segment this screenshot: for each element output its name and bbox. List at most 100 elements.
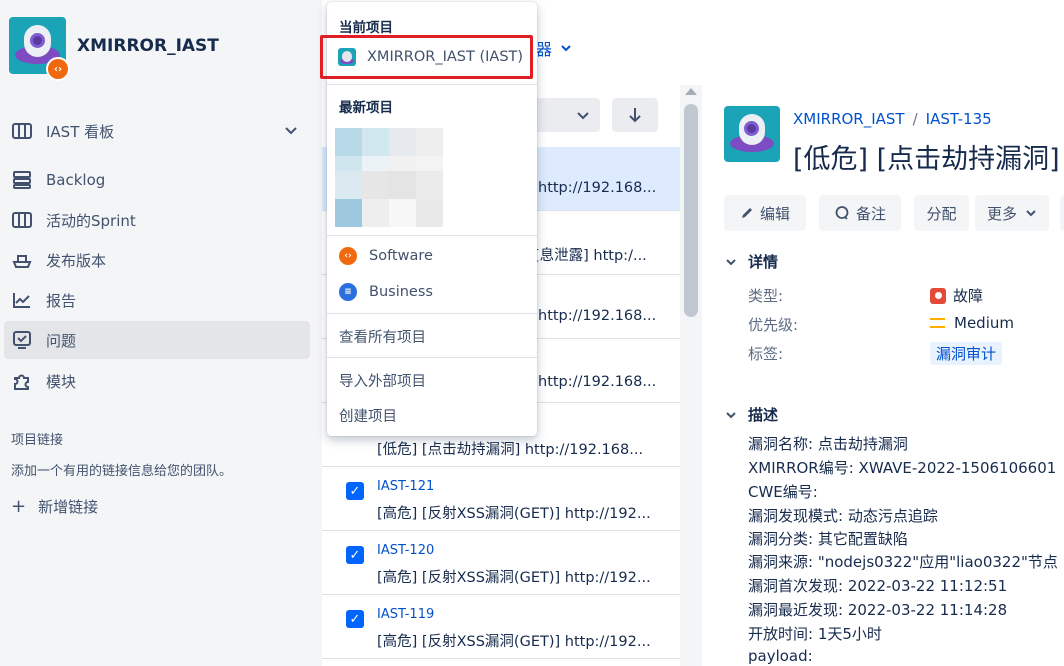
- scroll-up-arrow-icon[interactable]: [685, 88, 697, 95]
- software-project-badge-icon: ‹›: [46, 57, 70, 81]
- project-links-heading: 项目链接: [11, 433, 64, 448]
- project-name[interactable]: XMIRROR_IAST: [77, 36, 219, 56]
- chevron-down-icon: [726, 258, 736, 265]
- current-project-name: XMIRROR_IAST (IAST): [367, 49, 524, 65]
- edit-label: 编辑: [759, 204, 790, 223]
- sidebar: ‹› XMIRROR_IAST IAST 看板 Backlog 活动的Sprin…: [0, 0, 322, 666]
- description-section-toggle[interactable]: 描述: [726, 404, 778, 425]
- description-line: 开放时间: 1天5小时: [748, 625, 882, 643]
- issue-summary: http://192.168...: [538, 308, 657, 324]
- issue-summary: [高危] [反射XSS漏洞(GET)] http://192...: [377, 634, 651, 650]
- description-line: CWE编号:: [748, 483, 818, 501]
- import-project-link[interactable]: 导入外部项目: [339, 370, 426, 391]
- issue-summary: http://192.168...: [538, 180, 657, 196]
- issue-key[interactable]: IAST-121: [377, 479, 434, 494]
- view-all-projects-link[interactable]: 查看所有项目: [339, 326, 426, 347]
- scroll-thumb[interactable]: [684, 104, 698, 317]
- add-link-label: 新增链接: [38, 498, 99, 516]
- sidebar-item-active-sprint[interactable]: 活动的Sprint: [4, 201, 310, 239]
- issue-type-checkbox-icon: ✓: [346, 610, 364, 628]
- app-root: ‹› XMIRROR_IAST IAST 看板 Backlog 活动的Sprin…: [0, 0, 1064, 666]
- divider: [327, 313, 537, 314]
- chevron-down-icon: [1026, 210, 1036, 217]
- sidebar-item-issues[interactable]: 问题: [4, 321, 310, 359]
- chart-line-icon: [11, 289, 33, 311]
- chevron-down-icon: [726, 411, 736, 418]
- chevron-down-icon[interactable]: [284, 124, 298, 138]
- breadcrumb-project[interactable]: XMIRROR_IAST: [793, 110, 905, 128]
- chevron-down-icon: [561, 45, 571, 52]
- issue-key[interactable]: IAST-120: [377, 543, 434, 558]
- sidebar-item-label: 模块: [46, 372, 77, 391]
- current-project-heading: 当前项目: [339, 20, 393, 36]
- issue-summary: [息泄露] http:/...: [534, 248, 647, 264]
- more-button[interactable]: 更多: [975, 195, 1049, 231]
- description-line: 漏洞发现模式: 动态污点追踪: [748, 507, 938, 525]
- sidebar-item-components[interactable]: 模块: [4, 362, 310, 400]
- sidebar-item-label: 问题: [46, 331, 77, 350]
- priority-medium-icon: [930, 318, 945, 328]
- issue-key[interactable]: IAST-119: [377, 607, 434, 622]
- project-avatar-icon: [338, 48, 356, 66]
- more-label: 更多: [986, 204, 1017, 223]
- tags-value[interactable]: 漏洞审计: [930, 342, 1003, 365]
- type-value-text: 故障: [953, 287, 984, 305]
- more-actions-button[interactable]: [1060, 195, 1064, 231]
- bug-icon: [930, 287, 946, 304]
- issue-row[interactable]: ✓ IAST-121 [高危] [反射XSS漏洞(GET)] http://19…: [322, 467, 680, 531]
- priority-label: 优先级:: [748, 316, 799, 334]
- sidebar-item-releases[interactable]: 发布版本: [4, 241, 310, 279]
- comment-label: 备注: [855, 204, 886, 223]
- category-label: Business: [369, 284, 433, 300]
- recent-projects-heading: 最新项目: [339, 100, 393, 116]
- issue-row[interactable]: ✓ IAST-120 [高危] [反射XSS漏洞(GET)] http://19…: [322, 531, 680, 595]
- filter-label: 器: [536, 40, 553, 59]
- description-line: 漏洞最近发现: 2022-03-22 11:14:28: [748, 601, 1008, 619]
- type-label: 类型:: [748, 287, 784, 305]
- divider: [327, 357, 537, 358]
- order-select[interactable]: [532, 98, 600, 132]
- issue-row[interactable]: ✓ IAST-119 [高危] [反射XSS漏洞(GET)] http://19…: [322, 595, 680, 659]
- project-links-description: 添加一个有用的链接信息给您的团队。: [11, 464, 233, 479]
- issue-title: [低危] [点击劫持漏洞]: [793, 144, 1060, 175]
- tag-chip[interactable]: 漏洞审计: [930, 342, 1003, 365]
- description-line: 漏洞分类: 其它配置缺陷: [748, 530, 908, 548]
- description-line: payload:: [748, 647, 813, 665]
- sidebar-item-reports[interactable]: 报告: [4, 281, 310, 319]
- comment-icon: [835, 206, 849, 220]
- edit-button[interactable]: 编辑: [724, 195, 806, 231]
- recent-projects-blurred[interactable]: [335, 128, 445, 228]
- sprint-board-icon: [11, 209, 33, 231]
- issue-summary: [高危] [反射XSS漏洞(GET)] http://192...: [377, 506, 651, 522]
- sidebar-item-board[interactable]: IAST 看板: [4, 112, 310, 150]
- description-line: 漏洞首次发现: 2022-03-22 11:12:51: [748, 577, 1008, 595]
- priority-value[interactable]: Medium: [930, 314, 1014, 332]
- category-business[interactable]: ≡ Business: [339, 283, 433, 301]
- board-icon: [11, 120, 33, 142]
- sidebar-item-label: 发布版本: [46, 251, 107, 270]
- breadcrumb-issue[interactable]: IAST-135: [926, 110, 992, 128]
- plus-icon: +: [11, 496, 27, 517]
- divider: [327, 84, 537, 85]
- sidebar-item-backlog[interactable]: Backlog: [4, 161, 310, 199]
- create-project-link[interactable]: 创建项目: [339, 405, 397, 426]
- issue-summary: [低危] [点击劫持漏洞] http://192.168...: [377, 442, 644, 458]
- project-switcher-dropdown: 当前项目 XMIRROR_IAST (IAST) 最新项目 ‹› Softwar…: [320, 2, 537, 436]
- issue-detail-panel: XMIRROR_IAST / IAST-135 [低危] [点击劫持漏洞] 编辑 备…: [702, 0, 1064, 666]
- comment-button[interactable]: 备注: [819, 195, 901, 231]
- breadcrumb: XMIRROR_IAST / IAST-135: [793, 110, 992, 128]
- details-section-toggle[interactable]: 详情: [726, 251, 778, 272]
- description-line: 漏洞名称: 点击劫持漏洞: [748, 435, 908, 453]
- description-line: 漏洞来源: "nodejs0322"应用"liao0322"节点: [748, 553, 1058, 571]
- current-project-item[interactable]: XMIRROR_IAST (IAST): [320, 35, 533, 79]
- assign-button[interactable]: 分配: [914, 195, 969, 231]
- details-heading: 详情: [748, 253, 779, 271]
- add-link-button[interactable]: + 新增链接: [11, 496, 98, 517]
- sidebar-item-label: IAST 看板: [46, 122, 115, 141]
- divider: [327, 235, 537, 236]
- ship-icon: [11, 249, 33, 271]
- sort-direction-button[interactable]: [612, 98, 658, 132]
- category-software[interactable]: ‹› Software: [339, 247, 433, 265]
- filter-dropdown-trigger[interactable]: 器: [536, 36, 572, 60]
- chevron-down-icon: [577, 112, 589, 120]
